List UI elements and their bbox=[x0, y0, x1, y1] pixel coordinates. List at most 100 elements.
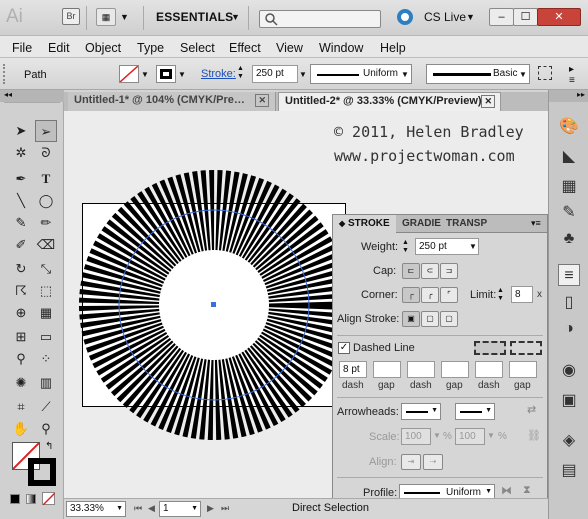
minimize-button[interactable]: – bbox=[489, 8, 514, 26]
eraser-tool-icon[interactable]: ⌫ bbox=[35, 234, 57, 256]
stroke-weight-field[interactable]: 250 pt bbox=[252, 65, 298, 83]
tab-untitled-1[interactable]: Untitled-1* @ 104% (CMYK/Pre… ✕ bbox=[68, 92, 276, 111]
menu-file[interactable]: File bbox=[12, 41, 32, 55]
mesh-tool-icon[interactable]: ⊞ bbox=[10, 326, 32, 348]
pencil-tool-icon[interactable]: ✏ bbox=[35, 212, 57, 234]
graphic-styles-icon[interactable]: ▣ bbox=[558, 390, 580, 412]
dash-1-field[interactable]: 8 pt bbox=[339, 361, 367, 378]
menu-view[interactable]: View bbox=[276, 41, 303, 55]
cs-live-icon[interactable] bbox=[397, 9, 413, 25]
stepper-icon[interactable]: ▲ ▼ bbox=[497, 287, 504, 303]
end-scale-field[interactable]: 100 bbox=[455, 428, 485, 445]
projecting-cap-icon[interactable]: ⊐ bbox=[440, 263, 458, 279]
align-dash-corners-icon[interactable] bbox=[510, 341, 542, 355]
symbols-panel-icon[interactable]: ♣ bbox=[558, 228, 580, 250]
fill-swatch[interactable] bbox=[119, 65, 139, 83]
gap-3-field[interactable] bbox=[509, 361, 537, 378]
hand-tool-icon[interactable]: ✋ bbox=[10, 418, 32, 440]
menu-select[interactable]: Select bbox=[180, 41, 215, 55]
pen-tool-icon[interactable]: ✒ bbox=[10, 168, 32, 190]
panel-menu-icon[interactable]: ▸ ≡ bbox=[569, 64, 575, 86]
chevron-down-icon[interactable]: ▼ bbox=[433, 431, 441, 440]
gradient-panel-icon[interactable]: ▯ bbox=[558, 292, 580, 314]
align-inside-icon[interactable]: ▢ bbox=[421, 311, 439, 327]
restore-button[interactable]: ☐ bbox=[513, 8, 538, 26]
dashed-line-checkbox[interactable]: ✓ bbox=[338, 342, 350, 354]
swap-colors-icon[interactable]: ↰ bbox=[45, 441, 53, 452]
stroke-panel-icon[interactable]: ≡ bbox=[558, 264, 580, 286]
miter-join-icon[interactable]: ┌ bbox=[402, 287, 420, 303]
symbol-sprayer-tool-icon[interactable]: ✺ bbox=[10, 372, 32, 394]
chevron-down-icon[interactable]: ▼ bbox=[469, 242, 477, 251]
round-join-icon[interactable]: ╭ bbox=[421, 287, 439, 303]
transparency-panel-icon[interactable]: ◑ bbox=[558, 318, 580, 340]
arrow-tip-place-icon[interactable]: ⇢ bbox=[423, 454, 443, 470]
blob-brush-tool-icon[interactable]: ✐ bbox=[10, 234, 32, 256]
start-arrowhead-dropdown[interactable]: ▼ bbox=[401, 403, 441, 420]
previous-page-icon[interactable]: ◀ bbox=[148, 503, 155, 514]
swap-arrowheads-icon[interactable]: ⇄ bbox=[527, 403, 536, 416]
round-cap-icon[interactable]: ⊂ bbox=[421, 263, 439, 279]
menu-type[interactable]: Type bbox=[137, 41, 164, 55]
arrow-tip-extend-icon[interactable]: ⇥ bbox=[401, 454, 421, 470]
gap-1-field[interactable] bbox=[373, 361, 401, 378]
menu-window[interactable]: Window bbox=[319, 41, 363, 55]
lasso-tool-icon[interactable]: ᘐ bbox=[35, 142, 57, 164]
swatches-panel-icon[interactable]: ▦ bbox=[558, 176, 580, 198]
slice-tool-icon[interactable]: ⟋ bbox=[35, 396, 57, 418]
zoom-tool-icon[interactable]: ⚲ bbox=[35, 418, 57, 440]
search-input[interactable] bbox=[259, 10, 381, 28]
warp-tool-icon[interactable]: ☈ bbox=[10, 280, 32, 302]
scale-tool-icon[interactable]: ⤡ bbox=[35, 258, 57, 280]
artboard-tool-icon[interactable]: ⌗ bbox=[10, 396, 32, 418]
limit-field[interactable]: 8 bbox=[511, 286, 533, 303]
bridge-button[interactable]: Br bbox=[62, 8, 80, 25]
chevron-down-icon[interactable]: ▼ bbox=[487, 431, 495, 440]
flip-across-icon[interactable]: ⧗ bbox=[523, 484, 531, 497]
gradient-mode-icon[interactable] bbox=[26, 494, 36, 504]
start-scale-field[interactable]: 100 bbox=[401, 428, 431, 445]
stroke-panel-link[interactable]: Stroke: bbox=[201, 68, 236, 80]
appearance-panel-icon[interactable]: ◉ bbox=[558, 360, 580, 382]
workspace-switcher[interactable]: ESSENTIALS bbox=[156, 10, 233, 24]
tab-stroke[interactable]: ◆ STROKE bbox=[333, 215, 396, 233]
grip-icon[interactable] bbox=[3, 64, 7, 84]
align-outside-icon[interactable]: ▢ bbox=[440, 311, 458, 327]
chevron-down-icon[interactable]: ▼ bbox=[466, 12, 475, 22]
expand-icon[interactable]: ▸▸ bbox=[549, 90, 588, 102]
current-tool-status[interactable]: Direct Selection bbox=[292, 502, 369, 514]
chevron-down-icon[interactable]: ▼ bbox=[231, 12, 240, 22]
end-arrowhead-dropdown[interactable]: ▼ bbox=[455, 403, 495, 420]
collapse-icon[interactable]: ◂◂ bbox=[0, 90, 64, 102]
panel-menu-icon[interactable]: ▾≡ bbox=[531, 218, 541, 229]
line-segment-tool-icon[interactable]: ╲ bbox=[10, 190, 32, 212]
eyedropper-tool-icon[interactable]: ⚲ bbox=[10, 348, 32, 370]
butt-cap-icon[interactable]: ⊏ bbox=[402, 263, 420, 279]
tab-transparency[interactable]: TRANSP bbox=[440, 215, 493, 233]
variable-width-profile-dropdown[interactable]: Uniform ▼ bbox=[310, 64, 412, 84]
menu-object[interactable]: Object bbox=[85, 41, 121, 55]
chevron-down-icon[interactable]: ▼ bbox=[141, 70, 149, 79]
color-panel-icon[interactable]: 🎨 bbox=[558, 116, 580, 138]
stroke-color-icon[interactable] bbox=[28, 458, 56, 486]
align-center-icon[interactable]: ▣ bbox=[402, 311, 420, 327]
shape-builder-tool-icon[interactable]: ⊕ bbox=[10, 302, 32, 324]
color-mode-icon[interactable] bbox=[10, 494, 20, 504]
paintbrush-tool-icon[interactable]: ✎ bbox=[10, 212, 32, 234]
next-page-icon[interactable]: ▶ bbox=[207, 503, 214, 514]
direct-selection-tool-icon[interactable]: ➢ bbox=[35, 120, 57, 142]
stepper-icon[interactable]: ▲ ▼ bbox=[237, 65, 244, 81]
brushes-panel-icon[interactable]: ✎ bbox=[558, 202, 580, 224]
flip-along-icon[interactable]: ⧓ bbox=[501, 484, 512, 497]
column-graph-tool-icon[interactable]: ▥ bbox=[35, 372, 57, 394]
zoom-field[interactable]: 33.33% ▼ bbox=[66, 501, 126, 517]
link-icon[interactable]: ⛓ bbox=[527, 429, 541, 442]
gradient-tool-icon[interactable]: ▭ bbox=[35, 326, 57, 348]
tab-untitled-2[interactable]: Untitled-2* @ 33.33% (CMYK/Preview) ✕ bbox=[278, 92, 501, 111]
color-guide-icon[interactable]: ◣ bbox=[558, 146, 580, 168]
stepper-icon[interactable]: ▲ ▼ bbox=[402, 239, 409, 255]
transform-icon[interactable] bbox=[538, 66, 552, 80]
gap-2-field[interactable] bbox=[441, 361, 469, 378]
stroke-swatch[interactable] bbox=[156, 65, 176, 83]
chevron-down-icon[interactable]: ▼ bbox=[120, 12, 129, 22]
